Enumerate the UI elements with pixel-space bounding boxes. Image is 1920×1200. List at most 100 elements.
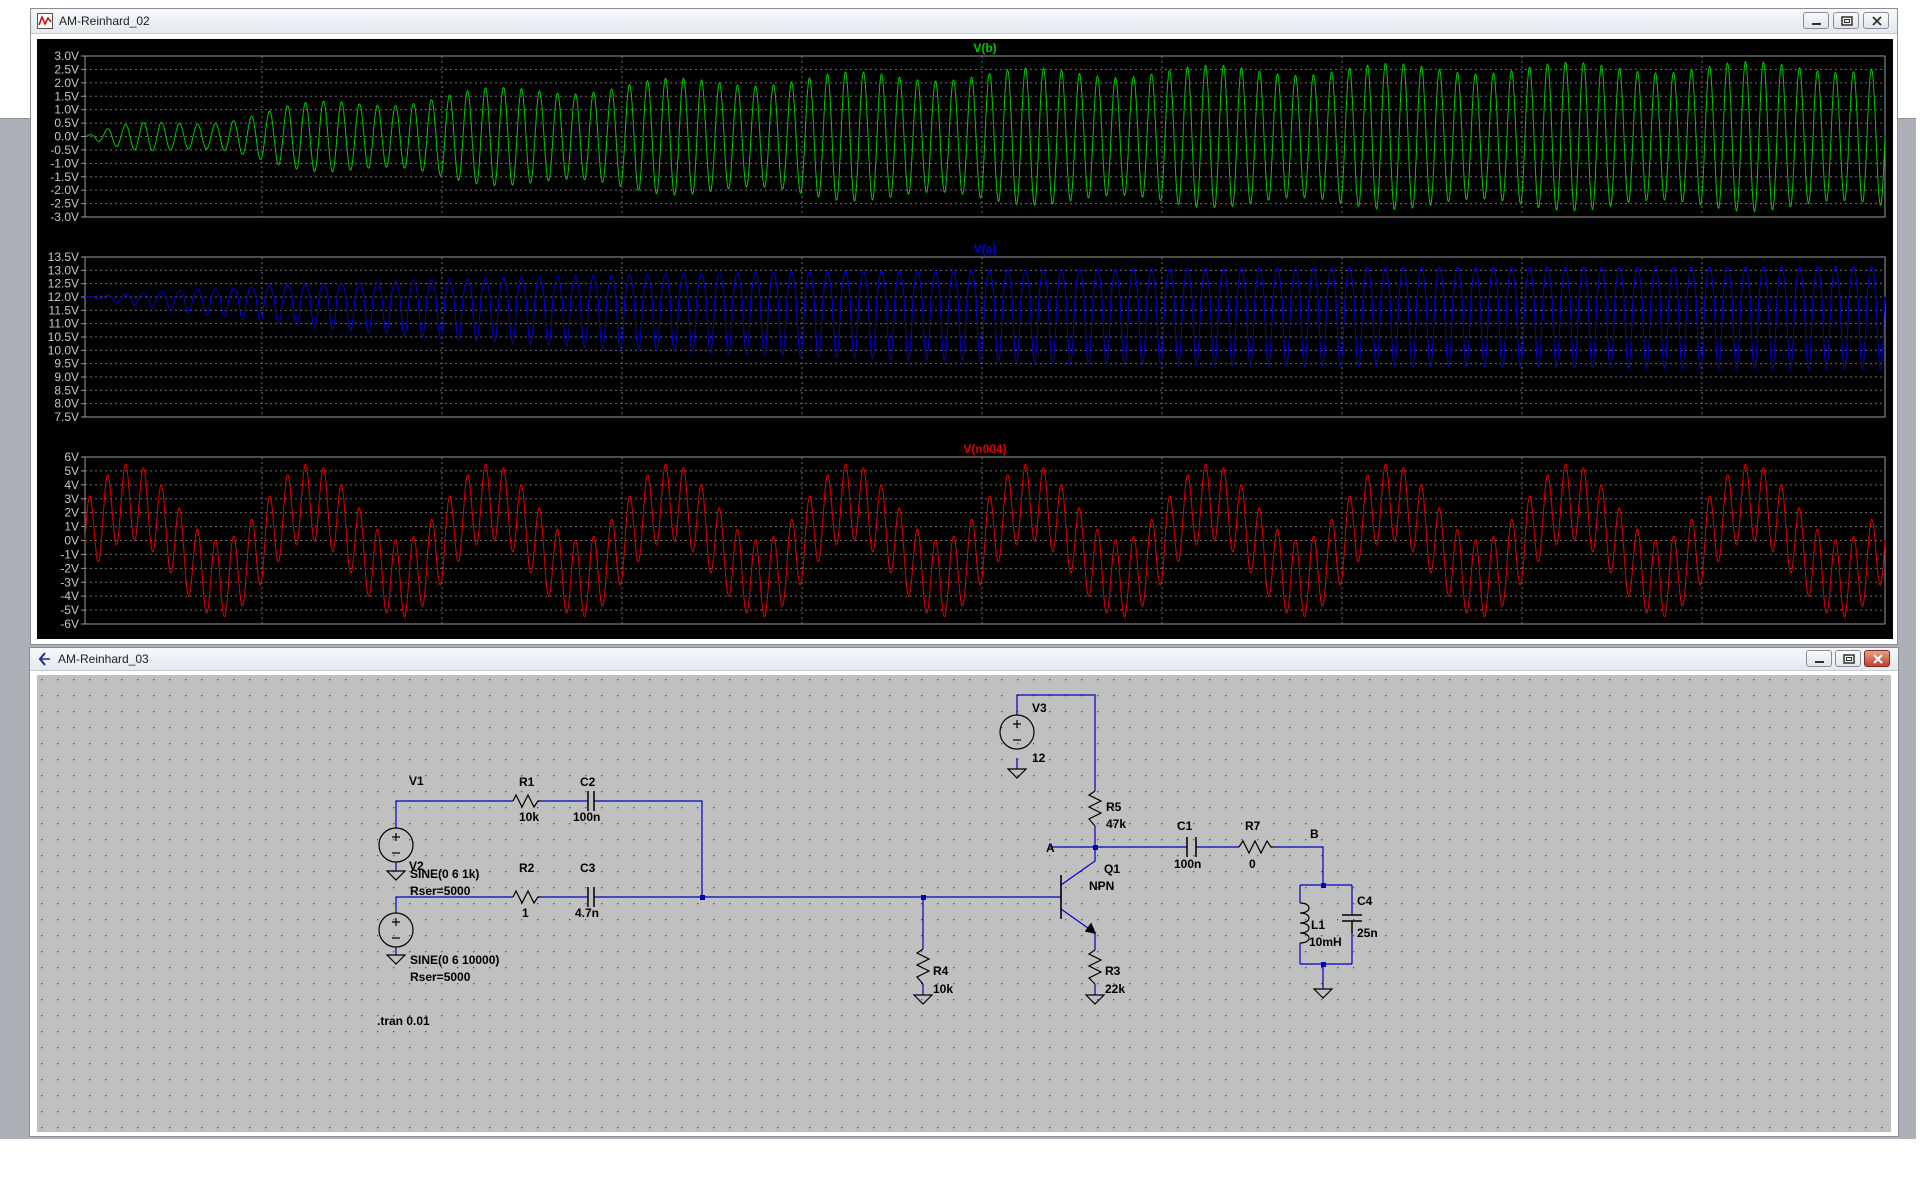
- waveform-plot-area[interactable]: 3.0V 2.5V 2.0V 1.5V 1.0V 0.5V 0.0V -0.5V -1.0V -1…: [37, 39, 1893, 639]
- y-tick-label: 2.5V: [54, 62, 79, 76]
- r2-value-label: 1: [522, 906, 529, 920]
- y-tick-label: 2V: [64, 506, 79, 520]
- y-tick-label: 12.5V: [48, 277, 79, 291]
- y-tick-label: 9.0V: [54, 370, 79, 384]
- y-tick-label: -6V: [60, 617, 79, 631]
- y-tick-label: -3.0V: [50, 210, 79, 224]
- r7-name-label: R7: [1245, 819, 1261, 833]
- schematic-close-button[interactable]: [1864, 650, 1890, 667]
- net-label-b: B: [1310, 827, 1319, 841]
- r5-value-label: 47k: [1106, 817, 1126, 831]
- restore-icon: [1843, 654, 1855, 664]
- y-tick-label: -1V: [60, 547, 79, 561]
- y-tick-label: 0V: [64, 534, 79, 548]
- y-tick-label: 13.5V: [48, 250, 79, 264]
- y-tick-label: 0.5V: [54, 116, 79, 130]
- r3-value-label: 22k: [1105, 982, 1125, 996]
- plot-window-title: AM-Reinhard_02: [59, 14, 150, 28]
- c3-name-label: C3: [580, 861, 596, 875]
- c4-name-label: C4: [1357, 894, 1373, 908]
- y-tick-label: 0.0V: [54, 130, 79, 144]
- y-tick-label: 12.0V: [48, 290, 79, 304]
- l1-name-label: L1: [1311, 918, 1325, 932]
- schematic-restore-button[interactable]: [1835, 650, 1861, 667]
- minimize-button[interactable]: [1803, 12, 1829, 29]
- r1-value-label: 10k: [519, 810, 539, 824]
- v1-name-label: V1: [409, 774, 424, 788]
- plot-pane-3[interactable]: 6V5V4V3V2V1V0V-1V-2V-3V-4V-5V-6V V(n004): [60, 442, 1886, 631]
- minimize-icon: [1812, 23, 1821, 25]
- l1-value-label: 10mH: [1309, 935, 1342, 949]
- c2-value-label: 100n: [573, 810, 600, 824]
- grid-dots: [37, 675, 1891, 1132]
- r3-name-label: R3: [1105, 964, 1121, 978]
- y-tick-label: 1.0V: [54, 103, 79, 117]
- close-icon: [1873, 654, 1883, 664]
- v3-name-label: V3: [1032, 701, 1047, 715]
- waveform-trace-2: [85, 266, 1886, 370]
- restore-button[interactable]: [1833, 12, 1859, 29]
- close-button[interactable]: [1863, 12, 1889, 29]
- plot-pane-1[interactable]: 3.0V2.5V2.0V1.5V1.0V0.5V0.0V-0.5V-1.0V-1…: [50, 41, 1886, 224]
- close-icon: [1872, 16, 1882, 26]
- trace-label-1[interactable]: V(b): [973, 41, 996, 55]
- v2-rser-label: Rser=5000: [410, 970, 471, 984]
- y-tick-label: 2.0V: [54, 76, 79, 90]
- net-label-a: A: [1046, 841, 1055, 855]
- plot-pane-2[interactable]: 13.5V13.0V12.5V12.0V11.5V11.0V10.5V10.0V…: [48, 242, 1886, 424]
- y-tick-label: -1.5V: [50, 170, 79, 184]
- c3-value-label: 4.7n: [575, 906, 599, 920]
- waveform-plot[interactable]: 3.0V2.5V2.0V1.5V1.0V0.5V0.0V-0.5V-1.0V-1…: [37, 39, 1893, 639]
- r1-name-label: R1: [519, 775, 535, 789]
- y-tick-label: -2V: [60, 561, 79, 575]
- r5-name-label: R5: [1106, 800, 1122, 814]
- y-tick-label: 11.0V: [49, 317, 79, 331]
- r7-value-label: 0: [1249, 857, 1256, 871]
- spice-directive[interactable]: .tran 0.01: [377, 1014, 430, 1028]
- y-tick-label: 8.5V: [54, 383, 79, 397]
- plot-window[interactable]: AM-Reinhard_02 3.0V 2.5V 2.0V 1.5V 1.0V 0.5V 0…: [30, 8, 1898, 645]
- waveform-trace-3: [84, 463, 1886, 618]
- y-tick-label: -2.5V: [50, 197, 79, 211]
- restore-icon: [1841, 16, 1853, 26]
- trace-label-3[interactable]: V(n004): [963, 442, 1006, 456]
- r4-name-label: R4: [933, 964, 949, 978]
- y-tick-label: -0.5V: [50, 143, 79, 157]
- waveform-trace-1: [85, 60, 1886, 213]
- schematic-canvas[interactable]: V1 SINE(0 6 1k) Rser=5000 V2 SINE(0 6 10…: [37, 675, 1891, 1132]
- y-tick-label: 11.5V: [49, 303, 79, 317]
- r4-value-label: 10k: [933, 982, 953, 996]
- v1-rser-label: Rser=5000: [410, 884, 471, 898]
- q1-name-label: Q1: [1104, 862, 1120, 876]
- y-tick-label: 9.5V: [54, 357, 79, 371]
- schematic-drawing[interactable]: V1 SINE(0 6 1k) Rser=5000 V2 SINE(0 6 10…: [37, 675, 1891, 1132]
- v2-name-label: V2: [409, 859, 424, 873]
- schematic-window-titlebar[interactable]: AM-Reinhard_03: [30, 648, 1898, 671]
- schematic-window-title: AM-Reinhard_03: [58, 652, 149, 666]
- y-tick-label: 7.5V: [54, 410, 79, 424]
- y-tick-label: 8.0V: [54, 397, 79, 411]
- c1-value-label: 100n: [1174, 857, 1201, 871]
- c1-name-label: C1: [1177, 819, 1193, 833]
- plot-window-titlebar[interactable]: AM-Reinhard_02: [31, 9, 1897, 34]
- y-tick-label: -4V: [60, 589, 79, 603]
- schematic-window[interactable]: AM-Reinhard_03 V1 SINE(0 6 1k) Rser=5000…: [29, 647, 1899, 1137]
- y-tick-label: 3V: [64, 492, 79, 506]
- y-tick-label: 5V: [64, 464, 79, 478]
- r2-name-label: R2: [519, 861, 535, 875]
- v3-value-label: 12: [1032, 751, 1046, 765]
- y-tick-label: 3.0V: [54, 49, 79, 63]
- v2-value-label: SINE(0 6 10000): [410, 953, 499, 967]
- y-tick-label: 10.0V: [48, 343, 79, 357]
- y-tick-label: 1.5V: [54, 89, 79, 103]
- y-tick-label: 4V: [64, 478, 79, 492]
- y-tick-label: -5V: [60, 603, 79, 617]
- c4-value-label: 25n: [1357, 926, 1378, 940]
- trace-label-2[interactable]: V(a): [974, 242, 997, 256]
- y-tick-label: 6V: [64, 450, 79, 464]
- q1-value-label: NPN: [1089, 879, 1114, 893]
- schematic-minimize-button[interactable]: [1806, 650, 1832, 667]
- waveform-icon: [37, 13, 53, 29]
- y-tick-label: -3V: [60, 575, 79, 589]
- schematic-icon: [38, 652, 50, 666]
